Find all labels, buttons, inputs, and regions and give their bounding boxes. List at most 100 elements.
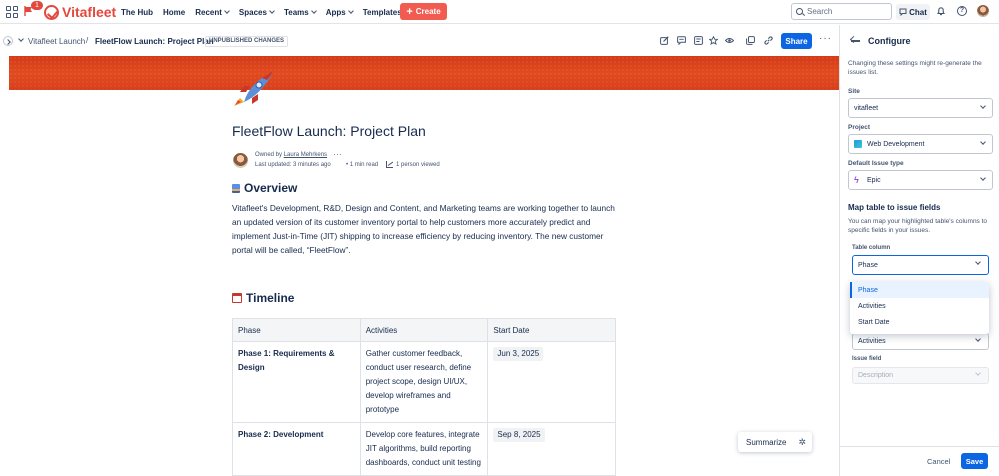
site-label: Site xyxy=(848,88,860,95)
chat-label: Chat xyxy=(909,7,927,17)
table-header-activities: Activities xyxy=(359,318,489,342)
table-column-dropdown: Phase Activities Start Date xyxy=(850,282,989,334)
book-emoji-icon xyxy=(232,183,240,193)
project-select[interactable]: Web Development xyxy=(848,134,993,154)
dropdown-option-start-date[interactable]: Start Date xyxy=(850,314,989,330)
issue-field-placeholder: Description xyxy=(858,372,894,379)
project-icon xyxy=(854,140,862,148)
sparkle-icon: ✲ xyxy=(798,437,806,447)
dropdown-option-activities[interactable]: Activities xyxy=(850,298,989,314)
chevron-down-icon xyxy=(310,8,317,14)
summarize-button[interactable]: Summarize ✲ xyxy=(738,432,812,452)
save-button[interactable]: Save xyxy=(961,453,988,469)
create-button[interactable]: + Create xyxy=(400,3,447,20)
timeline-heading-text: Timeline xyxy=(246,291,295,305)
top-navigation: 1 Vitafleet The Hub Home Recent Spaces Teams… xyxy=(0,0,999,24)
timeline-heading: Timeline xyxy=(232,291,294,305)
nav-link-label: Spaces xyxy=(238,7,267,17)
copy-icon[interactable] xyxy=(746,36,755,45)
search-input[interactable]: Search xyxy=(791,3,892,20)
nav-link-label: Apps xyxy=(325,7,346,17)
panel-note: Changing these settings might re-generat… xyxy=(848,60,982,76)
inline-comment-icon[interactable] xyxy=(694,36,703,45)
chevron-down-icon xyxy=(980,139,986,145)
plus-icon: + xyxy=(406,5,413,18)
table-cell-activities: Develop core features, integrate JIT alg… xyxy=(359,422,489,476)
back-arrow-icon[interactable] xyxy=(851,40,860,42)
last-updated: Last updated: 3 minutes ago xyxy=(255,162,331,168)
second-column-value: Activities xyxy=(858,338,886,345)
logo-mark-icon xyxy=(44,4,59,20)
date-chip[interactable]: Jun 3, 2025 xyxy=(493,347,544,361)
breadcrumb-separator: / xyxy=(86,36,89,45)
nav-link-teams[interactable]: Teams xyxy=(283,7,317,17)
header-banner xyxy=(9,56,839,90)
vitafleet-logo[interactable]: Vitafleet xyxy=(44,4,116,20)
nav-link-label: Templates xyxy=(362,7,402,17)
nav-link-label: Teams xyxy=(283,7,309,17)
star-icon[interactable] xyxy=(709,36,718,45)
sidebar-toggle-button[interactable] xyxy=(3,36,13,46)
nav-link-apps[interactable]: Apps xyxy=(325,7,354,17)
table-cell-start-date: Sep 8, 2025 xyxy=(487,422,616,476)
nav-link-the-hub[interactable]: The Hub xyxy=(121,8,153,17)
edit-icon[interactable] xyxy=(660,36,669,45)
analytics-icon xyxy=(386,161,393,168)
site-select[interactable]: vitafleet xyxy=(848,98,993,118)
table-column-value: Phase xyxy=(858,261,878,269)
chevron-down-icon xyxy=(980,175,986,181)
summarize-label: Summarize xyxy=(746,437,787,447)
nav-link-spaces[interactable]: Spaces xyxy=(238,7,275,17)
breadcrumb-space-link[interactable]: Vitafleet Launch xyxy=(28,37,85,46)
user-avatar[interactable] xyxy=(977,5,989,17)
project-value: Web Development xyxy=(867,140,925,148)
byline-more-button[interactable]: ··· xyxy=(333,150,343,159)
nav-link-recent[interactable]: Recent xyxy=(195,8,230,17)
issue-type-select[interactable]: ϟ Epic xyxy=(848,170,993,190)
nav-link-templates[interactable]: Templates xyxy=(363,8,402,17)
owner-link[interactable]: Laura Mehrkens xyxy=(284,152,327,158)
map-section-title: Map table to issue fields xyxy=(848,203,941,212)
search-placeholder: Search xyxy=(807,7,833,16)
panel-header: Configure xyxy=(851,36,911,46)
share-button[interactable]: Share xyxy=(781,33,812,49)
chevron-down-icon xyxy=(975,259,981,265)
chat-icon xyxy=(899,8,907,16)
chevron-down-icon xyxy=(269,8,275,14)
table-cell-start-date: Jun 3, 2025 xyxy=(487,341,616,423)
notification-count-badge: 1 xyxy=(31,1,43,10)
viewed-count[interactable]: 1 person viewed xyxy=(396,162,440,168)
chat-button[interactable]: Chat xyxy=(896,4,930,20)
second-column-select[interactable]: Activities xyxy=(852,333,989,350)
cancel-button[interactable]: Cancel xyxy=(927,457,950,466)
owner-avatar[interactable] xyxy=(233,153,248,168)
site-value: vitafleet xyxy=(854,104,879,112)
bell-icon[interactable] xyxy=(937,6,945,16)
table-header-start-date: Start Date xyxy=(487,318,616,342)
page-title: FleetFlow Launch: Project Plan xyxy=(232,123,426,139)
dropdown-option-phase[interactable]: Phase xyxy=(850,282,989,298)
link-icon[interactable] xyxy=(764,36,773,45)
create-label: Create xyxy=(415,7,441,16)
table-cell-activities: Gather customer feedback, conduct user r… xyxy=(359,341,489,423)
watch-icon[interactable] xyxy=(725,36,734,45)
table-column-label: Table column xyxy=(852,245,891,251)
app-switcher-icon[interactable] xyxy=(6,6,18,18)
table-column-select[interactable]: Phase xyxy=(852,255,989,275)
status-badge: UNPUBLISHED CHANGES xyxy=(205,36,289,47)
nav-link-home[interactable]: Home xyxy=(163,8,185,17)
read-time: • 1 min read xyxy=(346,162,379,168)
table-cell-phase: Phase 1: Requirements & Design xyxy=(232,341,361,423)
breadcrumb-page[interactable]: FleetFlow Launch: Project Plan xyxy=(95,37,214,46)
table-header-phase: Phase xyxy=(232,318,361,342)
more-actions-button[interactable]: ··· xyxy=(819,33,832,44)
search-icon xyxy=(796,8,803,15)
help-icon[interactable]: ? xyxy=(957,6,967,16)
breadcrumb-chevron-icon[interactable] xyxy=(18,36,24,42)
owned-prefix: Owned by xyxy=(255,152,283,158)
chevron-down-icon xyxy=(980,103,986,109)
calendar-emoji-icon xyxy=(232,293,242,303)
nav-links: The Hub Home Recent Spaces Teams Apps Template… xyxy=(121,0,412,24)
date-chip[interactable]: Sep 8, 2025 xyxy=(493,428,545,442)
comment-icon[interactable] xyxy=(677,36,686,45)
